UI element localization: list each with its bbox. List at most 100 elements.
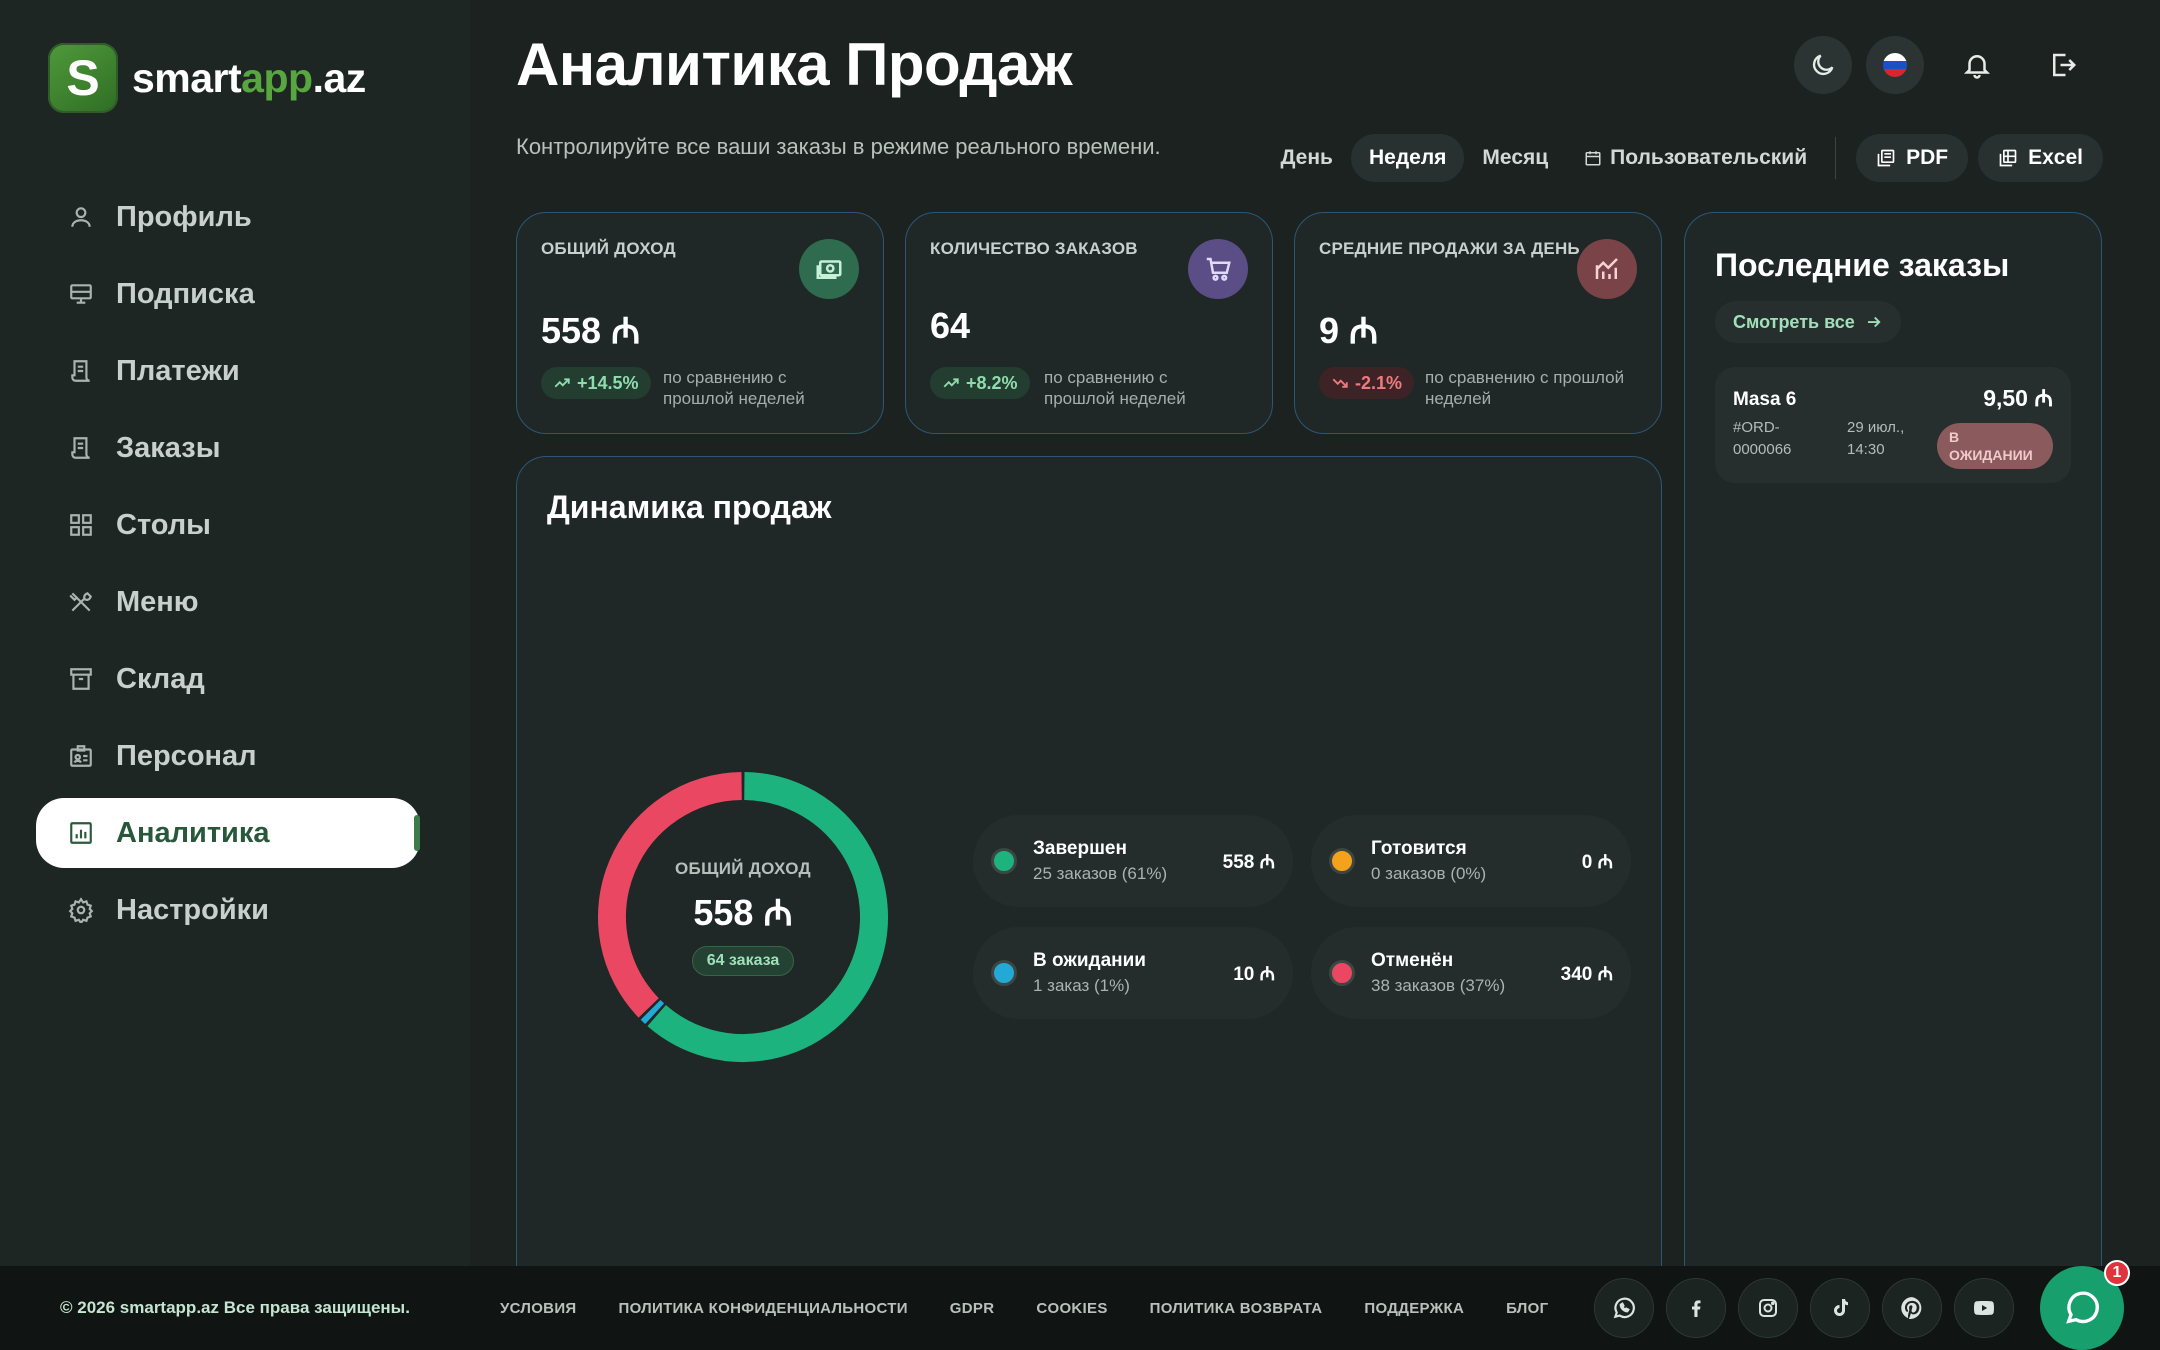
sidebar-item-orders[interactable]: Заказы	[36, 413, 420, 483]
change-badge: +14.5%	[541, 367, 651, 399]
sidebar: S smartapp.az Профиль Подписка Платежи З…	[0, 0, 470, 1266]
sidebar-item-menu[interactable]: Меню	[36, 567, 420, 637]
copyright: © 2026 smartapp.az Все права защищены.	[60, 1298, 410, 1317]
footer-link-gdpr[interactable]: GDPR	[950, 1300, 995, 1317]
legend-item-pending[interactable]: В ожидании 1 заказ (1%) 10 ₼	[973, 927, 1293, 1019]
facebook-icon	[1692, 1300, 1701, 1317]
sidebar-item-settings[interactable]: Настройки	[36, 875, 420, 945]
gear-icon	[68, 897, 94, 923]
whatsapp-icon	[1613, 1297, 1635, 1319]
social-links	[1594, 1278, 2014, 1338]
filter-divider	[1835, 137, 1837, 179]
filter-month[interactable]: Месяц	[1464, 134, 1566, 182]
legend-dot	[1329, 960, 1355, 986]
logout-button[interactable]	[2034, 36, 2092, 94]
sidebar-item-tables[interactable]: Столы	[36, 490, 420, 560]
order-table: Masa 6	[1733, 389, 1797, 410]
instagram-icon	[1759, 1299, 1777, 1317]
sidebar-item-analytics[interactable]: Аналитика	[36, 798, 420, 868]
receipt-icon	[71, 360, 90, 382]
footer-link-privacy[interactable]: ПОЛИТИКА КОНФИДЕНЦИАЛЬНОСТИ	[618, 1300, 907, 1317]
footer-link-refund[interactable]: ПОЛИТИКА ВОЗВРАТА	[1150, 1300, 1323, 1317]
compare-text: по сравнению с прошлой неделей	[663, 368, 805, 408]
page-title: Аналитика Продаж	[516, 31, 1072, 98]
order-card[interactable]: Masa 6 #ORD-0000066 29 июл., 14:30 9,50 …	[1715, 367, 2071, 483]
theme-toggle-button[interactable]	[1794, 36, 1852, 94]
order-status-badge: В ожидании	[1937, 423, 2053, 469]
stat-value: 9 ₼	[1319, 310, 1379, 351]
logo-text: smartapp.az	[132, 54, 366, 101]
sidebar-nav: Профиль Подписка Платежи Заказы Столы Ме…	[36, 182, 420, 952]
footer: © 2026 smartapp.az Все права защищены. У…	[0, 1266, 2160, 1350]
arrow-right-icon	[1867, 316, 1881, 328]
instagram-link[interactable]	[1738, 1278, 1798, 1338]
legend-item-cancelled[interactable]: Отменён 38 заказов (37%) 340 ₼	[1311, 927, 1631, 1019]
grid-icon	[70, 514, 92, 536]
export-excel-button[interactable]: Excel	[1978, 134, 2103, 182]
orders-count-badge: 64 заказа	[691, 945, 795, 976]
sidebar-item-warehouse[interactable]: Склад	[36, 644, 420, 714]
period-filters: День Неделя Месяц Пользовательский PDF E…	[1262, 134, 2103, 182]
whatsapp-link[interactable]	[1594, 1278, 1654, 1338]
order-id: #ORD-0000066	[1733, 419, 1792, 458]
order-amount: 9,50 ₼	[1983, 385, 2053, 411]
change-badge: -2.1%	[1319, 367, 1415, 399]
legend-dot	[991, 848, 1017, 874]
user-icon	[71, 207, 91, 227]
sidebar-item-subscription[interactable]: Подписка	[36, 259, 420, 329]
tiktok-icon	[1834, 1299, 1848, 1316]
filter-custom[interactable]: Пользовательский	[1566, 134, 1825, 182]
russia-flag-icon	[1883, 53, 1907, 77]
stat-value: 64	[930, 305, 971, 346]
money-icon	[799, 239, 859, 299]
pinterest-link[interactable]	[1882, 1278, 1942, 1338]
tiktok-link[interactable]	[1810, 1278, 1870, 1338]
language-button[interactable]	[1866, 36, 1924, 94]
legend-dot	[991, 960, 1017, 986]
stat-card-order-count: КОЛИЧЕСТВО ЗАКАЗОВ 64 +8.2% по сравнению…	[905, 212, 1273, 434]
sidebar-item-staff[interactable]: Персонал	[36, 721, 420, 791]
pdf-icon	[1877, 149, 1895, 167]
youtube-icon	[1973, 1301, 1995, 1315]
logo-badge: S	[48, 43, 118, 113]
trend-down-icon	[1332, 378, 1348, 388]
archive-icon	[70, 668, 92, 690]
donut-chart: ОБЩИЙ ДОХОД 558 ₼ 64 заказа	[593, 767, 893, 1067]
calendar-icon	[1585, 151, 1601, 166]
footer-link-cookies[interactable]: COOKIES	[1036, 1300, 1107, 1317]
legend-item-preparing[interactable]: Готовится 0 заказов (0%) 0 ₼	[1311, 815, 1631, 907]
stat-card-avg-daily-sales: СРЕДНИЕ ПРОДАЖИ ЗА ДЕНЬ 9 ₼ -2.1% по сра…	[1294, 212, 1662, 434]
stat-value: 558 ₼	[541, 310, 641, 351]
facebook-link[interactable]	[1666, 1278, 1726, 1338]
sales-dynamics-panel: Динамика продаж ОБЩИЙ ДОХОД 558 ₼ 64 зак…	[516, 456, 1662, 1266]
sidebar-item-profile[interactable]: Профиль	[36, 182, 420, 252]
monitor-icon	[70, 284, 92, 304]
panel-title: Последние заказы	[1715, 247, 2010, 283]
chat-notification-badge: 1	[2104, 1260, 2130, 1286]
footer-link-blog[interactable]: БЛОГ	[1506, 1300, 1548, 1317]
pinterest-icon	[1901, 1297, 1922, 1319]
compare-text: по сравнению с прошлой неделей	[1044, 368, 1186, 408]
footer-links: УСЛОВИЯ ПОЛИТИКА КОНФИДЕНЦИАЛЬНОСТИ GDPR…	[500, 1300, 1548, 1317]
sidebar-item-payments[interactable]: Платежи	[36, 336, 420, 406]
filter-day[interactable]: День	[1262, 134, 1351, 182]
chat-icon	[2066, 1291, 2099, 1324]
bar-chart-icon	[70, 822, 92, 844]
trend-chart-icon	[1577, 239, 1637, 299]
logout-icon	[2053, 53, 2077, 77]
export-pdf-button[interactable]: PDF	[1856, 134, 1969, 182]
filter-week[interactable]: Неделя	[1350, 134, 1465, 182]
cart-icon	[1188, 239, 1248, 299]
legend-item-completed[interactable]: Завершен 25 заказов (61%) 558 ₼	[973, 815, 1293, 907]
compare-text: по сравнению с прошлой неделей	[1425, 368, 1625, 408]
brand-logo[interactable]: S smartapp.az	[48, 42, 380, 114]
footer-link-support[interactable]: ПОДДЕРЖКА	[1364, 1300, 1464, 1317]
see-all-button[interactable]: Смотреть все	[1715, 301, 1901, 343]
notifications-button[interactable]	[1948, 36, 2006, 94]
order-date: 29 июл., 14:30	[1847, 419, 1905, 458]
footer-link-terms[interactable]: УСЛОВИЯ	[500, 1300, 576, 1317]
donut-center: ОБЩИЙ ДОХОД 558 ₼ 64 заказа	[593, 767, 893, 1067]
bell-icon	[1963, 55, 1991, 79]
change-badge: +8.2%	[930, 367, 1030, 399]
youtube-link[interactable]	[1954, 1278, 2014, 1338]
